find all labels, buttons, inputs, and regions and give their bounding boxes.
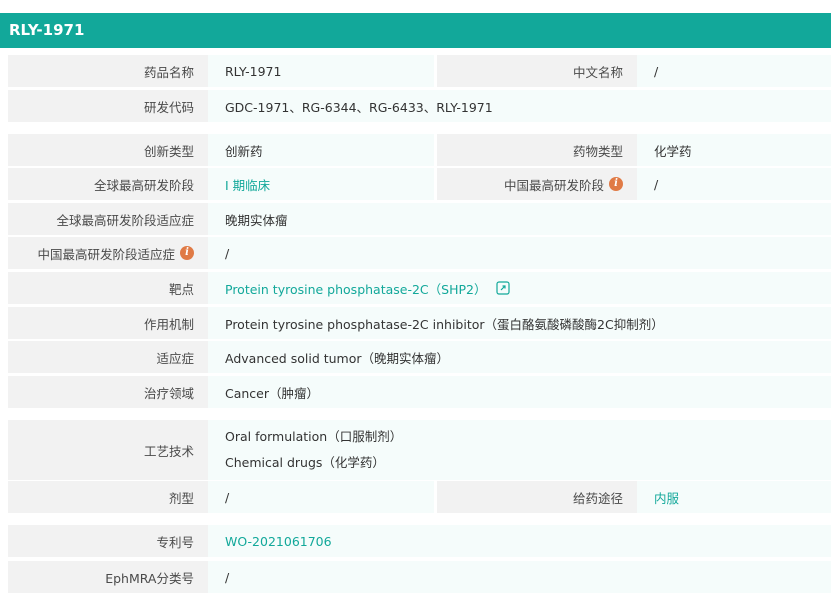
ephmra-value: / xyxy=(208,561,831,593)
patent-cell: WO-2021061706 xyxy=(208,525,831,557)
row-stage: 全球最高研发阶段 I 期临床 中国最高研发阶段 i / xyxy=(8,168,831,200)
drug-type-label: 药物类型 xyxy=(437,134,637,166)
external-link-icon[interactable] xyxy=(495,281,510,295)
row-ephmra: EphMRA分类号 / xyxy=(8,561,831,593)
therapeutic-area-value: Cancer（肿瘤） xyxy=(208,376,831,408)
innovation-type-value: 创新药 xyxy=(208,134,434,166)
row-china-indication: 中国最高研发阶段适应症 i / xyxy=(8,237,831,269)
china-stage-label: 中国最高研发阶段 xyxy=(503,177,604,193)
global-indication-label: 全球最高研发阶段适应症 xyxy=(8,203,208,235)
info-icon[interactable]: i xyxy=(180,246,194,260)
ephmra-label: EphMRA分类号 xyxy=(8,561,208,593)
row-mechanism: 作用机制 Protein tyrosine phosphatase-2C inh… xyxy=(8,307,831,339)
global-stage-label: 全球最高研发阶段 xyxy=(8,168,208,200)
china-stage-label-cell: 中国最高研发阶段 i xyxy=(437,168,637,200)
patent-label: 专利号 xyxy=(8,525,208,557)
china-stage-value: / xyxy=(637,168,831,200)
technology-value: Chemical drugs（化学药） xyxy=(225,455,385,470)
row-target: 靶点 Protein tyrosine phosphatase-2C（SHP2） xyxy=(8,272,831,304)
china-indication-value: / xyxy=(208,237,831,269)
drug-type-value: 化学药 xyxy=(637,134,831,166)
row-global-indication: 全球最高研发阶段适应症 晚期实体瘤 xyxy=(8,203,831,235)
global-stage-link[interactable]: I 期临床 xyxy=(225,175,270,194)
indication-value: Advanced solid tumor（晚期实体瘤） xyxy=(208,341,831,373)
indication-label: 适应症 xyxy=(8,341,208,373)
page-title: RLY-1971 xyxy=(0,13,831,48)
chinese-name-label: 中文名称 xyxy=(437,55,637,87)
technology-label: 工艺技术 xyxy=(8,420,208,480)
patent-link[interactable]: WO-2021061706 xyxy=(225,534,332,549)
rd-code-label: 研发代码 xyxy=(8,90,208,122)
route-link[interactable]: 内服 xyxy=(654,488,679,507)
row-indication: 适应症 Advanced solid tumor（晚期实体瘤） xyxy=(8,341,831,373)
target-label: 靶点 xyxy=(8,272,208,304)
dosage-form-value: / xyxy=(208,481,434,513)
china-indication-label-cell: 中国最高研发阶段适应症 i xyxy=(8,237,208,269)
mechanism-label: 作用机制 xyxy=(8,307,208,339)
china-indication-label: 中国最高研发阶段适应症 xyxy=(37,246,175,262)
global-indication-value: 晚期实体瘤 xyxy=(208,203,831,235)
rd-code-value: GDC-1971、RG-6344、RG-6433、RLY-1971 xyxy=(208,90,831,122)
chinese-name-value: / xyxy=(637,55,831,87)
technology-value: Oral formulation（口服制剂） xyxy=(225,429,403,444)
row-rd-code: 研发代码 GDC-1971、RG-6344、RG-6433、RLY-1971 xyxy=(8,90,831,122)
row-technology: 工艺技术 Oral formulation（口服制剂） Chemical dru… xyxy=(8,420,831,480)
target-cell: Protein tyrosine phosphatase-2C（SHP2） xyxy=(208,272,831,304)
row-drug-name: 药品名称 RLY-1971 中文名称 / xyxy=(8,55,831,87)
drug-name-label: 药品名称 xyxy=(8,55,208,87)
target-link[interactable]: Protein tyrosine phosphatase-2C（SHP2） xyxy=(225,279,487,298)
drug-name-value: RLY-1971 xyxy=(208,55,434,87)
global-stage-cell: I 期临床 xyxy=(208,168,434,200)
row-therapeutic-area: 治疗领域 Cancer（肿瘤） xyxy=(8,376,831,408)
innovation-type-label: 创新类型 xyxy=(8,134,208,166)
therapeutic-area-label: 治疗领域 xyxy=(8,376,208,408)
dosage-form-label: 剂型 xyxy=(8,481,208,513)
row-dosage-form: 剂型 / 给药途径 内服 xyxy=(8,481,831,513)
row-innovation-type: 创新类型 创新药 药物类型 化学药 xyxy=(8,134,831,166)
technology-values: Oral formulation（口服制剂） Chemical drugs（化学… xyxy=(208,420,831,480)
info-icon[interactable]: i xyxy=(609,177,623,191)
route-cell: 内服 xyxy=(637,481,831,513)
mechanism-value: Protein tyrosine phosphatase-2C inhibito… xyxy=(208,307,831,339)
route-label: 给药途径 xyxy=(437,481,637,513)
row-patent: 专利号 WO-2021061706 xyxy=(8,525,831,557)
